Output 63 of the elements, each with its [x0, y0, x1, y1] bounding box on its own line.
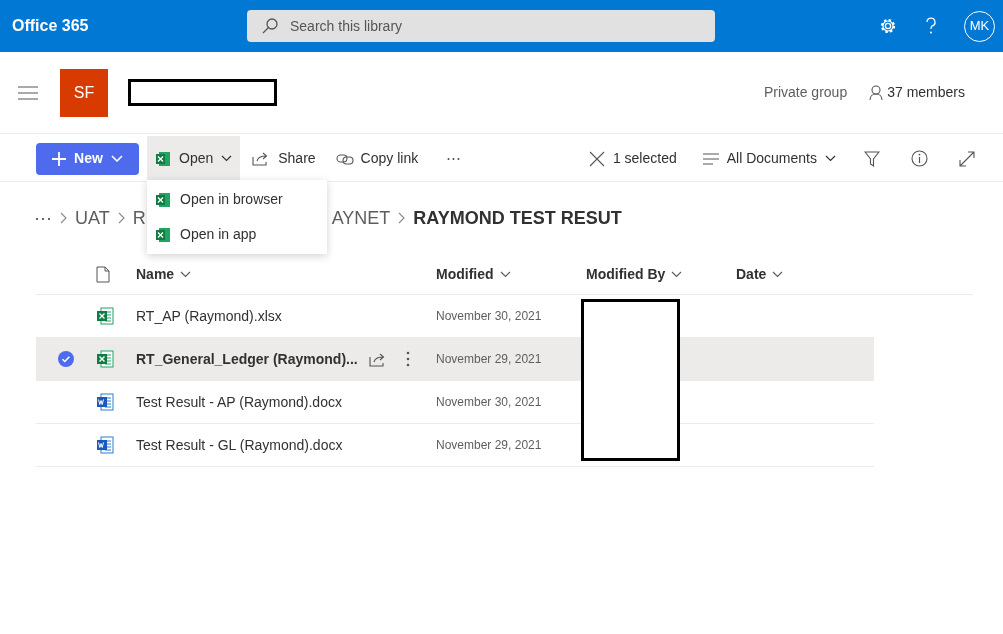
spreadsheet-icon	[155, 150, 171, 167]
column-header[interactable]: Modified By	[586, 263, 683, 285]
menu-item[interactable]: Open in app	[147, 217, 327, 252]
chevron-right-icon	[60, 212, 67, 224]
app-title[interactable]: Office 365	[12, 14, 247, 38]
file-name[interactable]: RT_AP (Raymond).xlsx	[136, 305, 282, 327]
search-field[interactable]: Search this library	[247, 10, 715, 42]
breadcrumb-item[interactable]: UAT	[75, 204, 110, 232]
expand-icon[interactable]	[959, 150, 975, 167]
column-header[interactable]: Modified	[436, 263, 511, 285]
column-header[interactable]: Name	[136, 263, 192, 285]
more-button[interactable]: ⋯	[442, 147, 466, 170]
spreadsheet-icon	[155, 191, 171, 208]
modified-date: November 29, 2021	[436, 437, 542, 454]
settings-icon[interactable]	[879, 17, 897, 35]
chevron-right-icon	[398, 212, 406, 224]
chevron-down-icon	[110, 155, 123, 162]
breadcrumb-item[interactable]: RAYMOND TEST RESUT	[413, 204, 622, 232]
close-icon	[588, 150, 605, 167]
menu-item[interactable]: Open in browser	[147, 182, 327, 217]
breadcrumb-overflow[interactable]: ⋯	[34, 204, 52, 232]
info-icon[interactable]	[911, 150, 928, 167]
checkmark-circle-icon[interactable]	[58, 351, 74, 367]
new-button[interactable]: New	[36, 142, 139, 175]
more-vertical-icon[interactable]	[405, 351, 410, 367]
document-file-icon	[96, 436, 114, 454]
copy-link-button[interactable]: Copy link	[327, 148, 427, 169]
list-icon	[702, 152, 719, 165]
link-icon	[335, 152, 354, 165]
clear-selection-button[interactable]: 1 selected	[584, 148, 681, 169]
modified-date: November 30, 2021	[436, 394, 542, 411]
breadcrumb-item[interactable]: R	[132, 204, 146, 232]
chevron-down-icon	[180, 270, 192, 278]
chevron-down-icon	[825, 155, 836, 162]
members-button[interactable]: 37 members	[869, 82, 965, 103]
share-icon[interactable]	[368, 351, 386, 367]
spreadsheet-icon	[155, 226, 171, 243]
chevron-down-icon	[499, 270, 511, 278]
help-icon[interactable]	[924, 17, 938, 35]
spreadsheet-file-icon	[96, 350, 114, 368]
modified-date: November 30, 2021	[436, 308, 542, 325]
breadcrumb-item[interactable]: AYNET	[331, 204, 391, 232]
chevron-down-icon	[772, 270, 784, 278]
document-file-icon	[96, 393, 114, 411]
file-type-icon	[96, 265, 110, 283]
modified-date: November 29, 2021	[436, 351, 542, 368]
open-button[interactable]: Open	[147, 135, 241, 182]
view-switcher[interactable]: All Documents	[698, 148, 840, 169]
share-button[interactable]: Share	[244, 148, 324, 169]
privacy-label: Private group	[763, 83, 848, 102]
chevron-right-icon	[117, 212, 125, 224]
search-icon	[261, 17, 279, 35]
chevron-down-icon	[671, 270, 683, 278]
filter-icon[interactable]	[864, 150, 880, 167]
file-name[interactable]: Test Result - GL (Raymond).docx	[136, 434, 343, 456]
file-name[interactable]: RT_General_Ledger (Raymond)...	[136, 348, 358, 370]
site-logo[interactable]: SF	[60, 68, 108, 117]
spreadsheet-file-icon	[96, 307, 114, 325]
chevron-down-icon	[221, 155, 233, 162]
column-header[interactable]: Date	[736, 263, 784, 285]
person-icon	[869, 84, 884, 101]
plus-icon	[52, 151, 67, 166]
file-name[interactable]: Test Result - AP (Raymond).docx	[136, 391, 342, 413]
